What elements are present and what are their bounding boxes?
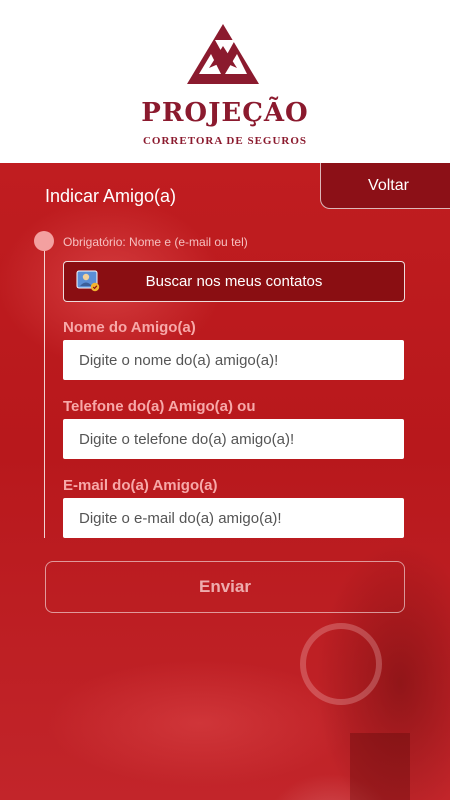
referral-form-panel: Voltar Indicar Amigo(a) Obrigatório: Nom… [0,163,450,800]
step-timeline-line [44,240,45,538]
search-contacts-button[interactable]: Buscar nos meus contatos [63,261,405,302]
submit-button[interactable]: Enviar [45,561,405,613]
projecao-triangle-logo [187,24,259,84]
background-photo-decoration [300,623,382,705]
background-photo-decoration [350,733,410,800]
app-header: PROJEÇÃO CORRETORA DE SEGUROS [0,0,450,163]
phone-field-label: Telefone do(a) Amigo(a) ou [63,398,256,415]
page-title: Indicar Amigo(a) [45,186,177,206]
required-fields-note: Obrigatório: Nome e (e-mail ou tel) [63,235,248,249]
brand-name: PROJEÇÃO [141,98,309,128]
step-indicator-dot [34,231,54,251]
name-input[interactable] [63,340,404,380]
brand-tagline: CORRETORA DE SEGUROS [142,135,308,147]
search-contacts-label: Buscar nos meus contatos [145,273,323,290]
name-field-label: Nome do Amigo(a) [63,319,196,336]
email-input[interactable] [63,498,404,538]
email-field-label: E-mail do(a) Amigo(a) [63,477,218,494]
phone-input[interactable] [63,419,404,459]
back-button[interactable]: Voltar [320,163,450,209]
